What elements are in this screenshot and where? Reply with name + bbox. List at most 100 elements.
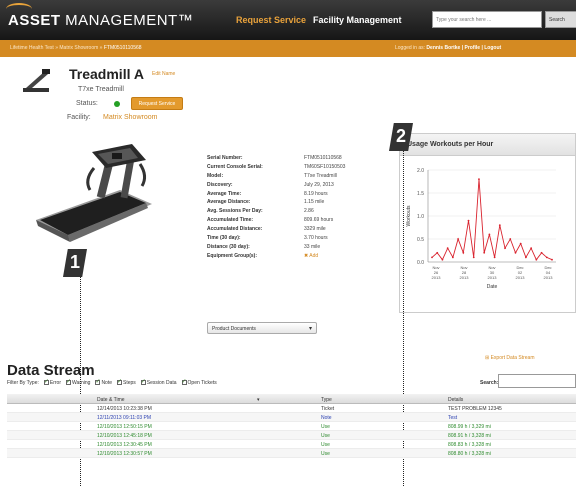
row-type: Use [321, 424, 330, 430]
export-data-stream-link[interactable]: ⊞ Export Data Stream [485, 355, 535, 361]
data-point [467, 219, 470, 222]
search-input[interactable]: Type your search here ... [432, 11, 542, 28]
data-point [478, 178, 480, 181]
asset-model: T7xe Treadmill [78, 86, 124, 93]
filter-option[interactable]: Session Data [140, 378, 177, 386]
detail-value: TM60SF10150503 [304, 163, 346, 170]
series-line [431, 179, 553, 261]
row-type: Use [321, 442, 330, 448]
data-point [457, 238, 459, 240]
detail-label: Equipment Group(s): [207, 252, 257, 259]
detail-row: Serial Number: FTM0510110568 [207, 155, 377, 164]
detail-row: Distance (30 day): 33 mile [207, 244, 377, 253]
filter-option[interactable]: Warning [66, 378, 91, 386]
row-type: Use [321, 451, 330, 457]
detail-label: Average Time: [207, 190, 242, 197]
detail-label: Average Distance: [207, 199, 251, 206]
detail-value: 2.86 [304, 208, 314, 215]
table-row[interactable]: 12/14/2013 10:23:38 PM Ticket TEST PROBLEM… [7, 404, 576, 413]
chart-title: Usage Workouts per Hour [407, 141, 494, 148]
checkbox-checked-icon[interactable] [43, 378, 49, 386]
filter-label-text: Session Data [146, 380, 177, 386]
filter-option[interactable]: Open Tickets [181, 378, 217, 386]
sort-icon[interactable]: ▾ [257, 397, 260, 403]
table-row[interactable]: 12/10/2013 12:30:57 PM Use 808.80 h / 3,32… [7, 449, 576, 458]
y-tick-label: 1.0 [417, 214, 424, 220]
treadmill-image [36, 144, 152, 242]
table-row[interactable]: 12/10/2013 12:50:15 PM Use 808.99 h / 3,32… [7, 422, 576, 431]
logged-in-info[interactable]: Logged in as: Dennis Bortke | Profile | … [395, 45, 501, 51]
usage-chart-panel: Usage Workouts per Hour 0.0 0.5 1.0 1.5 2.0 W… [399, 133, 576, 313]
asset-title: Treadmill A [69, 66, 144, 82]
detail-row: Model: T7xe Treadmill [207, 173, 377, 182]
data-stream-title: Data Stream [7, 362, 95, 379]
row-type: Note [321, 415, 332, 421]
detail-value: 809.69 hours [304, 217, 334, 224]
detail-value: 33 mile [304, 243, 321, 250]
data-point [530, 247, 533, 250]
column-date-time[interactable]: Date & Time [97, 397, 125, 403]
y-axis-label: Workouts [406, 205, 412, 227]
row-type: Use [321, 433, 330, 439]
edit-name-link[interactable]: Edit Name [152, 71, 175, 77]
nav-request-service[interactable]: Request Service [236, 15, 306, 25]
table-header: Date & Time ▾ Type Details [7, 394, 576, 404]
row-date: 12/11/2013 09:11:03 PM [97, 415, 152, 421]
filter-option[interactable]: Note [95, 378, 112, 386]
table-row[interactable]: 12/10/2013 12:30:45 PM Use 808.83 h / 3,32… [7, 440, 576, 449]
product-documents-select[interactable]: Product Documents ▾ [207, 322, 317, 334]
data-point [446, 247, 449, 250]
filter-label-text: Warning [72, 380, 91, 386]
app-logo[interactable]: ASSET MANAGEMENT™ [6, 3, 193, 29]
data-point [436, 251, 439, 254]
search-button[interactable]: Search [545, 11, 576, 28]
y-tick-label: 1.5 [417, 191, 424, 197]
table-row[interactable]: 12/10/2013 12:45:18 PM Use 808.91 h / 3,32… [7, 431, 576, 440]
filter-option[interactable]: Steps [117, 378, 136, 386]
detail-value: T7xe Treadmill [304, 172, 337, 179]
table-search-label: Search: [480, 380, 499, 386]
row-type: Ticket [321, 406, 335, 412]
facility-link[interactable]: Matrix Showroom [103, 114, 157, 121]
breadcrumb[interactable]: Lifetime Health Test » Matrix Showroom »… [10, 45, 142, 51]
data-stream-table: Date & Time ▾ Type Details 12/14/2013 10… [7, 394, 576, 458]
detail-label: Distance (30 day): [207, 243, 250, 250]
column-type[interactable]: Type [321, 397, 332, 403]
filter-label-text: Note [101, 380, 112, 386]
checkbox-checked-icon[interactable] [95, 378, 100, 386]
checkbox-checked-icon[interactable] [66, 378, 71, 386]
detail-label: Avg. Sessions Per Day: [207, 208, 263, 215]
checkbox-checked-icon[interactable] [140, 378, 146, 386]
data-point [498, 224, 501, 227]
detail-row: Accumulated Time: 809.69 hours [207, 217, 377, 226]
chart-header: Usage Workouts per Hour [400, 134, 575, 156]
detail-row: Time (30 day): 3.70 hours [207, 235, 377, 244]
table-search-input[interactable] [498, 374, 576, 388]
callout-1: 1 [63, 249, 87, 277]
x-axis-label: Date [487, 284, 498, 290]
checkbox-checked-icon[interactable] [181, 378, 187, 386]
data-point [462, 251, 465, 254]
detail-label: Serial Number: [207, 155, 243, 161]
data-point [483, 251, 486, 254]
row-details: 808.99 h / 3,329 mi [448, 424, 491, 430]
add-equipment-group-link[interactable]: ✖ Add [304, 253, 318, 259]
data-point [451, 256, 454, 259]
detail-row: Discovery: July 29, 2013 [207, 182, 377, 191]
row-details: 808.83 h / 3,328 mi [448, 442, 491, 448]
row-details: 808.80 h / 3,328 mi [448, 451, 491, 457]
row-date: 12/10/2013 12:50:15 PM [97, 424, 152, 430]
column-details[interactable]: Details [448, 397, 463, 403]
y-tick-label: 2.0 [417, 168, 424, 174]
x-tick-label: 2013 [460, 275, 470, 280]
checkbox-checked-icon[interactable] [117, 378, 122, 386]
detail-label: Time (30 day): [207, 235, 241, 242]
detail-row: Avg. Sessions Per Day: 2.86 [207, 208, 377, 217]
detail-row: Equipment Group(s): ✖ Add [207, 253, 377, 262]
nav-facility-management[interactable]: Facility Management [313, 15, 402, 25]
filter-option[interactable]: Error [43, 378, 61, 386]
usage-chart: 0.00.51.01.52.0WorkoutsNov262013Nov28201… [406, 168, 556, 290]
table-row[interactable]: 12/11/2013 09:11:03 PM Note Test [7, 413, 576, 422]
request-service-button[interactable]: Request Service [131, 97, 183, 110]
detail-label: Accumulated Distance: [207, 226, 263, 233]
